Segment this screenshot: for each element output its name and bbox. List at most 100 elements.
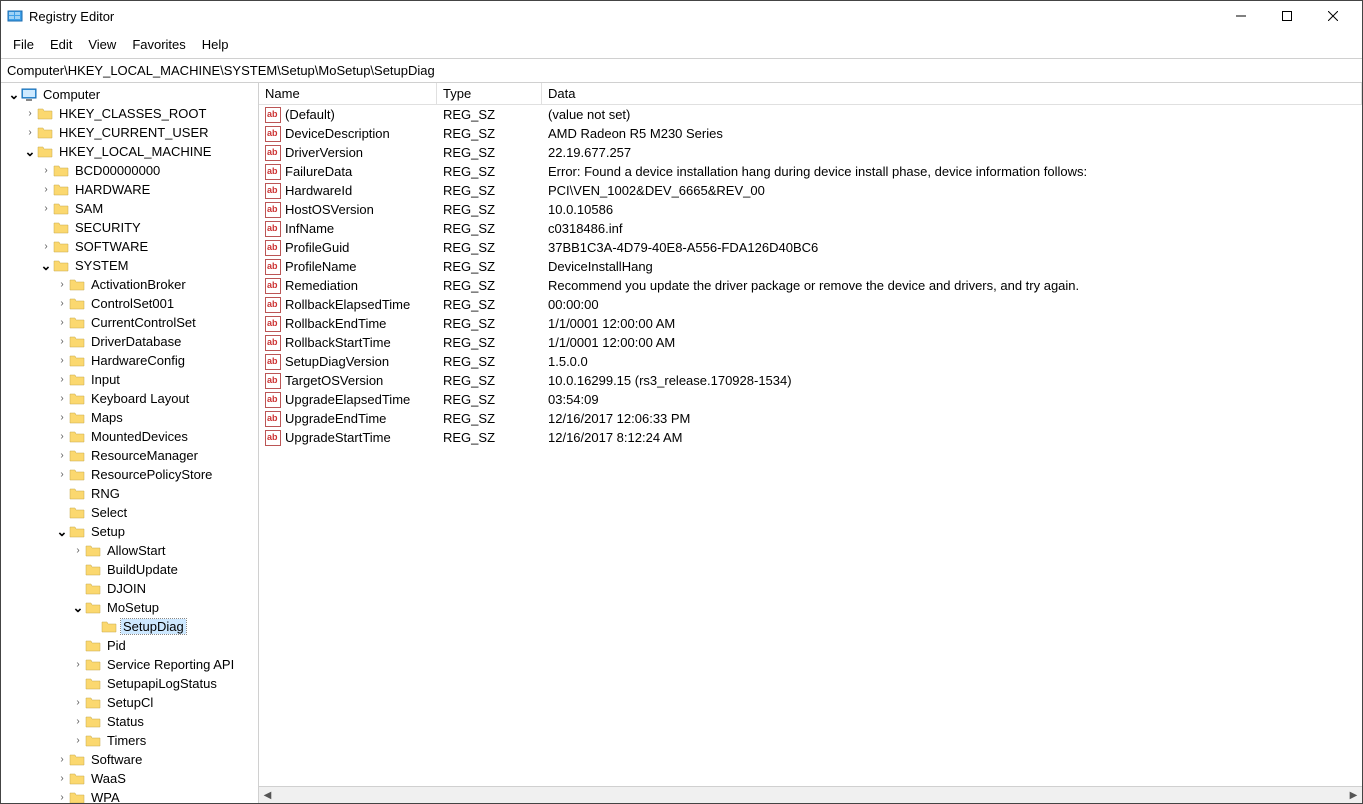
tree-item[interactable]: ›CurrentControlSet: [3, 313, 258, 332]
chevron-down-icon[interactable]: ⌄: [23, 144, 37, 160]
scroll-right-button[interactable]: ▶: [1345, 787, 1362, 804]
chevron-right-icon[interactable]: ›: [55, 754, 69, 765]
menu-view[interactable]: View: [80, 33, 124, 56]
tree-item[interactable]: ›MountedDevices: [3, 427, 258, 446]
tree-item[interactable]: ›SAM: [3, 199, 258, 218]
chevron-right-icon[interactable]: ›: [23, 108, 37, 119]
menu-file[interactable]: File: [5, 33, 42, 56]
value-row[interactable]: RollbackStartTimeREG_SZ1/1/0001 12:00:00…: [259, 333, 1362, 352]
value-row[interactable]: HardwareIdREG_SZPCI\VEN_1002&DEV_6665&RE…: [259, 181, 1362, 200]
scroll-track[interactable]: [276, 787, 1345, 803]
chevron-right-icon[interactable]: ›: [39, 203, 53, 214]
tree-item[interactable]: ›Software: [3, 750, 258, 769]
value-row[interactable]: ProfileGuidREG_SZ37BB1C3A-4D79-40E8-A556…: [259, 238, 1362, 257]
tree-item[interactable]: ›SOFTWARE: [3, 237, 258, 256]
tree-item[interactable]: ›ControlSet001: [3, 294, 258, 313]
column-header-type[interactable]: Type: [437, 83, 542, 104]
tree-item[interactable]: ›WPA: [3, 788, 258, 803]
tree-item[interactable]: ›Status: [3, 712, 258, 731]
value-row[interactable]: (Default)REG_SZ(value not set): [259, 105, 1362, 124]
value-row[interactable]: ProfileNameREG_SZDeviceInstallHang: [259, 257, 1362, 276]
values-list[interactable]: (Default)REG_SZ(value not set)DeviceDesc…: [259, 105, 1362, 786]
tree-item[interactable]: ⌄Computer: [3, 85, 258, 104]
tree-item[interactable]: ›HKEY_CLASSES_ROOT: [3, 104, 258, 123]
chevron-right-icon[interactable]: ›: [55, 279, 69, 290]
menu-help[interactable]: Help: [194, 33, 237, 56]
chevron-right-icon[interactable]: ›: [55, 374, 69, 385]
tree-item[interactable]: Pid: [3, 636, 258, 655]
chevron-right-icon[interactable]: ›: [55, 431, 69, 442]
tree-item[interactable]: BuildUpdate: [3, 560, 258, 579]
chevron-down-icon[interactable]: ⌄: [55, 524, 69, 540]
chevron-right-icon[interactable]: ›: [71, 716, 85, 727]
tree-item[interactable]: ›HardwareConfig: [3, 351, 258, 370]
chevron-right-icon[interactable]: ›: [55, 393, 69, 404]
tree-item[interactable]: ›ActivationBroker: [3, 275, 258, 294]
value-row[interactable]: UpgradeElapsedTimeREG_SZ03:54:09: [259, 390, 1362, 409]
tree-item[interactable]: ›SetupCl: [3, 693, 258, 712]
chevron-right-icon[interactable]: ›: [55, 298, 69, 309]
tree-pane[interactable]: ⌄Computer›HKEY_CLASSES_ROOT›HKEY_CURRENT…: [1, 83, 259, 803]
chevron-right-icon[interactable]: ›: [71, 735, 85, 746]
horizontal-scrollbar[interactable]: ◀ ▶: [259, 786, 1362, 803]
tree-item[interactable]: ›BCD00000000: [3, 161, 258, 180]
chevron-down-icon[interactable]: ⌄: [7, 87, 21, 103]
chevron-right-icon[interactable]: ›: [55, 792, 69, 803]
chevron-right-icon[interactable]: ›: [55, 469, 69, 480]
chevron-down-icon[interactable]: ⌄: [71, 600, 85, 616]
tree-item[interactable]: ›HARDWARE: [3, 180, 258, 199]
menu-favorites[interactable]: Favorites: [124, 33, 193, 56]
column-header-name[interactable]: Name: [259, 83, 437, 104]
tree-item[interactable]: RNG: [3, 484, 258, 503]
tree-item[interactable]: ›Service Reporting API: [3, 655, 258, 674]
tree-item[interactable]: ›DriverDatabase: [3, 332, 258, 351]
chevron-right-icon[interactable]: ›: [39, 165, 53, 176]
value-row[interactable]: DeviceDescriptionREG_SZAMD Radeon R5 M23…: [259, 124, 1362, 143]
tree-item[interactable]: ›Input: [3, 370, 258, 389]
tree-item[interactable]: SECURITY: [3, 218, 258, 237]
column-header-data[interactable]: Data: [542, 83, 1362, 104]
tree-item[interactable]: ⌄HKEY_LOCAL_MACHINE: [3, 142, 258, 161]
chevron-right-icon[interactable]: ›: [71, 697, 85, 708]
chevron-right-icon[interactable]: ›: [55, 355, 69, 366]
tree-item[interactable]: SetupapiLogStatus: [3, 674, 258, 693]
tree-item[interactable]: ›Timers: [3, 731, 258, 750]
value-row[interactable]: FailureDataREG_SZError: Found a device i…: [259, 162, 1362, 181]
chevron-right-icon[interactable]: ›: [55, 336, 69, 347]
chevron-right-icon[interactable]: ›: [39, 241, 53, 252]
chevron-right-icon[interactable]: ›: [55, 412, 69, 423]
value-row[interactable]: RollbackElapsedTimeREG_SZ00:00:00: [259, 295, 1362, 314]
menu-edit[interactable]: Edit: [42, 33, 80, 56]
value-row[interactable]: UpgradeStartTimeREG_SZ12/16/2017 8:12:24…: [259, 428, 1362, 447]
tree-item[interactable]: ›HKEY_CURRENT_USER: [3, 123, 258, 142]
scroll-left-button[interactable]: ◀: [259, 787, 276, 804]
tree-item[interactable]: ⌄SYSTEM: [3, 256, 258, 275]
tree-item[interactable]: ⌄Setup: [3, 522, 258, 541]
value-row[interactable]: TargetOSVersionREG_SZ10.0.16299.15 (rs3_…: [259, 371, 1362, 390]
tree-item[interactable]: DJOIN: [3, 579, 258, 598]
chevron-right-icon[interactable]: ›: [55, 317, 69, 328]
minimize-button[interactable]: [1218, 1, 1264, 31]
chevron-right-icon[interactable]: ›: [39, 184, 53, 195]
tree-item[interactable]: ›WaaS: [3, 769, 258, 788]
chevron-right-icon[interactable]: ›: [71, 659, 85, 670]
value-row[interactable]: UpgradeEndTimeREG_SZ12/16/2017 12:06:33 …: [259, 409, 1362, 428]
chevron-down-icon[interactable]: ⌄: [39, 258, 53, 274]
value-row[interactable]: HostOSVersionREG_SZ10.0.10586: [259, 200, 1362, 219]
tree-item[interactable]: ⌄MoSetup: [3, 598, 258, 617]
chevron-right-icon[interactable]: ›: [71, 545, 85, 556]
chevron-right-icon[interactable]: ›: [23, 127, 37, 138]
value-row[interactable]: RemediationREG_SZRecommend you update th…: [259, 276, 1362, 295]
tree-item[interactable]: ›ResourceManager: [3, 446, 258, 465]
tree-item[interactable]: ›Keyboard Layout: [3, 389, 258, 408]
maximize-button[interactable]: [1264, 1, 1310, 31]
tree-item[interactable]: Select: [3, 503, 258, 522]
tree-item[interactable]: ›Maps: [3, 408, 258, 427]
close-button[interactable]: [1310, 1, 1356, 31]
chevron-right-icon[interactable]: ›: [55, 773, 69, 784]
value-row[interactable]: DriverVersionREG_SZ22.19.677.257: [259, 143, 1362, 162]
chevron-right-icon[interactable]: ›: [55, 450, 69, 461]
tree-item[interactable]: SetupDiag: [3, 617, 258, 636]
value-row[interactable]: RollbackEndTimeREG_SZ1/1/0001 12:00:00 A…: [259, 314, 1362, 333]
addressbar[interactable]: Computer\HKEY_LOCAL_MACHINE\SYSTEM\Setup…: [1, 59, 1362, 83]
